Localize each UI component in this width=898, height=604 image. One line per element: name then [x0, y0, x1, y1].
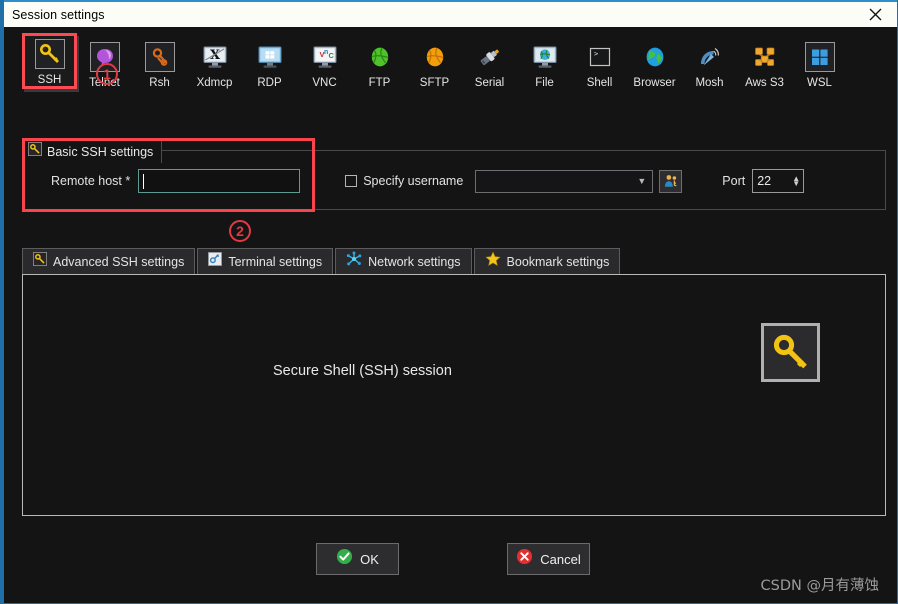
user-book-icon	[663, 173, 679, 189]
session-type-label: Xdmcp	[197, 77, 233, 89]
panel-caption: Secure Shell (SSH) session	[273, 363, 452, 379]
key-small-icon	[33, 252, 47, 271]
settings-tab-bar: Advanced SSH settings Terminal settings	[22, 248, 622, 274]
annotation-marker-1: 1	[96, 63, 118, 85]
session-type-shell[interactable]: > Shell	[572, 36, 627, 89]
cancel-button[interactable]: Cancel	[507, 543, 590, 575]
wsl-windows-icon	[805, 42, 835, 72]
rsh-gear-icon	[145, 42, 175, 72]
advanced-ssh-settings-panel: Secure Shell (SSH) session	[22, 274, 886, 516]
session-type-sftp[interactable]: SFTP	[407, 36, 462, 89]
cancel-button-label: Cancel	[540, 552, 580, 567]
aws-s3-boxes-icon	[750, 42, 780, 72]
port-input[interactable]: 22 ▲ ▼	[752, 169, 804, 193]
serial-plug-icon	[475, 42, 505, 72]
port-value: 22	[757, 174, 771, 188]
file-monitor-icon	[530, 42, 560, 72]
x-circle-icon	[516, 548, 533, 570]
xdmcp-monitor-icon: X	[200, 42, 230, 72]
session-settings-dialog: Session settings SSH	[0, 0, 898, 604]
specify-username-label: Specify username	[363, 174, 463, 188]
session-type-xdmcp[interactable]: X Xdmcp	[187, 36, 242, 89]
tab-network-settings[interactable]: Network settings	[335, 248, 471, 274]
user-book-button[interactable]	[659, 170, 682, 193]
session-type-ftp[interactable]: FTP	[352, 36, 407, 89]
legend-label: Basic SSH settings	[47, 145, 153, 159]
tab-advanced-ssh-settings[interactable]: Advanced SSH settings	[22, 248, 195, 274]
session-type-label: VNC	[312, 77, 336, 89]
session-type-rdp[interactable]: RDP	[242, 36, 297, 89]
close-icon[interactable]	[853, 2, 897, 27]
watermark: CSDN @月有薄蚀	[761, 574, 879, 595]
session-type-label: WSL	[807, 77, 832, 89]
ok-button[interactable]: OK	[316, 543, 399, 575]
session-type-label: SSH	[38, 74, 62, 86]
tab-label: Network settings	[368, 255, 460, 269]
key-icon	[35, 39, 65, 69]
title-bar: Session settings	[4, 0, 897, 27]
tab-terminal-settings[interactable]: Terminal settings	[197, 248, 333, 274]
username-combobox[interactable]: ▼	[475, 170, 653, 193]
specify-username-row[interactable]: Specify username	[345, 174, 463, 188]
sftp-globe-icon	[420, 42, 450, 72]
spinner-up-down-icon[interactable]: ▲ ▼	[792, 176, 800, 186]
session-type-label: Mosh	[695, 77, 723, 89]
session-type-ssh[interactable]: SSH	[22, 33, 77, 89]
annotation-marker-2: 2	[229, 220, 251, 242]
remote-host-input[interactable]	[138, 169, 300, 193]
session-type-toolbar: SSH Telnet Rsh	[22, 30, 888, 116]
close-x-glyph	[869, 8, 882, 21]
session-type-label: File	[535, 77, 554, 89]
session-type-label: Rsh	[149, 77, 169, 89]
session-type-label: Aws S3	[745, 77, 784, 89]
session-type-label: RDP	[257, 77, 281, 89]
ok-button-label: OK	[360, 552, 379, 567]
browser-globe-icon	[640, 42, 670, 72]
port-field-group: Port 22 ▲ ▼	[722, 169, 804, 193]
vnc-monitor-icon: V n C	[310, 42, 340, 72]
shell-console-icon: >	[585, 42, 615, 72]
spinner-down-arrow[interactable]: ▼	[792, 181, 800, 186]
specify-username-checkbox[interactable]	[345, 175, 357, 187]
svg-text:>: >	[594, 50, 598, 58]
session-type-browser[interactable]: Browser	[627, 36, 682, 89]
window-title: Session settings	[4, 8, 105, 22]
session-type-serial[interactable]: Serial	[462, 36, 517, 89]
session-type-label: FTP	[369, 77, 391, 89]
session-type-file[interactable]: File	[517, 36, 572, 89]
session-type-label: Shell	[587, 77, 613, 89]
session-type-vnc[interactable]: V n C VNC	[297, 36, 352, 89]
star-icon	[485, 251, 501, 272]
network-icon	[346, 251, 362, 272]
basic-ssh-settings-legend: Basic SSH settings	[23, 139, 162, 163]
rdp-monitor-icon	[255, 42, 285, 72]
basic-ssh-settings-group: Basic SSH settings Remote host * Specify…	[22, 150, 886, 210]
tab-bookmark-settings[interactable]: Bookmark settings	[474, 248, 621, 274]
text-caret	[143, 174, 144, 189]
key-icon	[761, 323, 820, 382]
mosh-antenna-icon	[695, 42, 725, 72]
chevron-down-icon: ▼	[637, 177, 646, 186]
session-type-label: SFTP	[420, 77, 449, 89]
session-type-label: Serial	[475, 77, 504, 89]
tab-label: Bookmark settings	[507, 255, 610, 269]
key-small-icon	[28, 142, 42, 161]
svg-text:C: C	[328, 51, 334, 60]
session-type-wsl[interactable]: WSL	[792, 36, 847, 89]
dialog-button-bar: OK Cancel	[4, 543, 898, 575]
svg-text:X: X	[209, 48, 220, 63]
terminal-icon	[208, 252, 222, 271]
remote-host-label: Remote host *	[51, 174, 130, 188]
panel-body: Secure Shell (SSH) session	[23, 275, 885, 515]
session-type-rsh[interactable]: Rsh	[132, 36, 187, 89]
basic-ssh-row: Remote host * Specify username ▼	[23, 169, 885, 193]
tab-label: Advanced SSH settings	[53, 255, 184, 269]
port-label: Port	[722, 174, 745, 188]
session-type-label: Browser	[633, 77, 675, 89]
ftp-globe-icon	[365, 42, 395, 72]
session-type-mosh[interactable]: Mosh	[682, 36, 737, 89]
check-circle-icon	[336, 548, 353, 570]
tab-label: Terminal settings	[228, 255, 322, 269]
session-type-aws-s3[interactable]: Aws S3	[737, 36, 792, 89]
